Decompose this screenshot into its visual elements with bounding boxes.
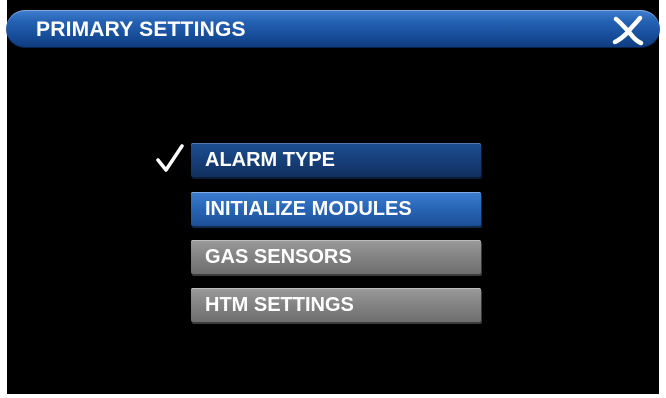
gas-sensors-button[interactable]: GAS SENSORS bbox=[191, 240, 481, 274]
window-title: PRIMARY SETTINGS bbox=[36, 18, 246, 41]
alarm-type-button[interactable]: ALARM TYPE bbox=[191, 143, 481, 177]
close-x-icon bbox=[612, 15, 644, 46]
initialize-modules-button[interactable]: INITIALIZE MODULES bbox=[191, 192, 481, 226]
close-button[interactable] bbox=[608, 14, 648, 46]
checkmark-icon bbox=[156, 142, 184, 176]
htm-settings-button[interactable]: HTM SETTINGS bbox=[191, 288, 481, 322]
